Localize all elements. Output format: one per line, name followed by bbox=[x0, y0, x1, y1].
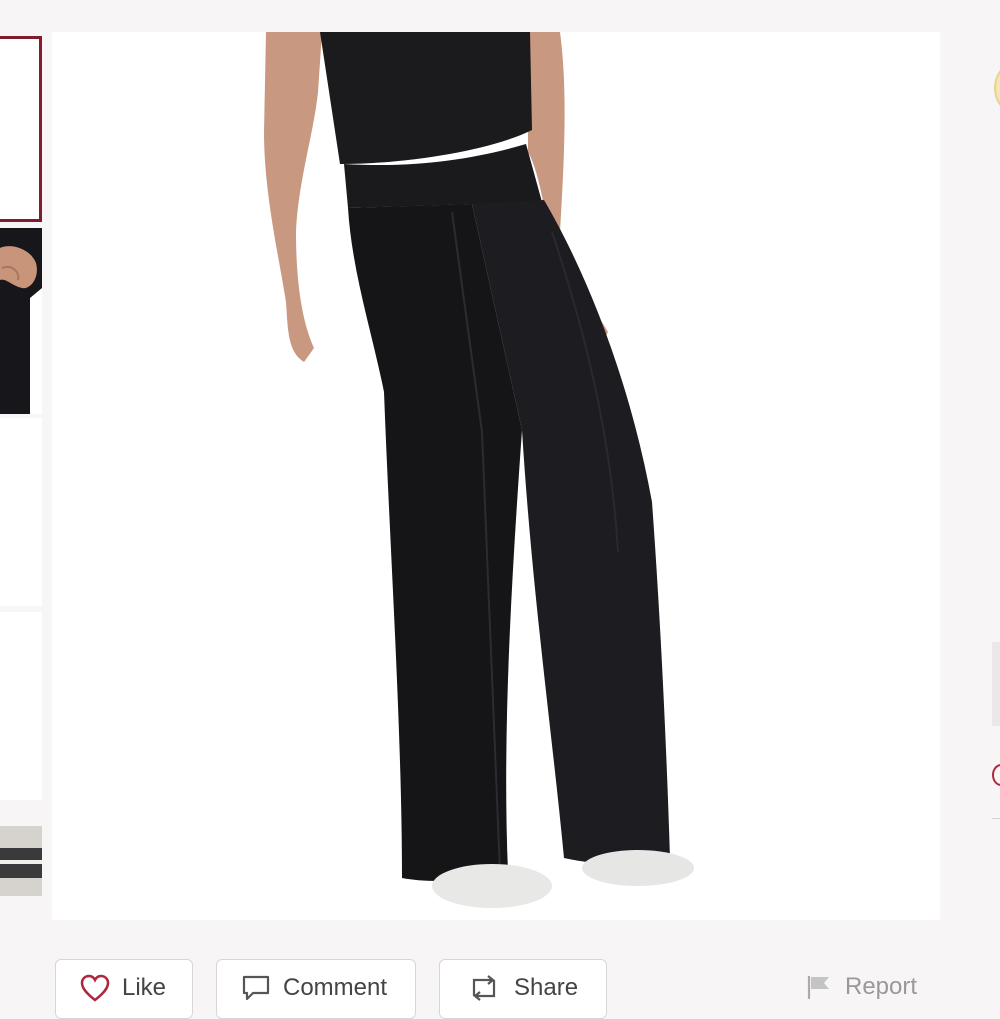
thumbnail-2-image bbox=[0, 228, 42, 414]
thumbnail-3[interactable] bbox=[0, 418, 42, 606]
divider bbox=[992, 818, 1000, 819]
seller-avatar[interactable] bbox=[994, 58, 1000, 118]
action-bar: Like Comment Share Report bbox=[0, 955, 1000, 1019]
thumbnail-4[interactable] bbox=[0, 612, 42, 800]
offer-box-fragment[interactable] bbox=[992, 642, 1000, 726]
like-label: Like bbox=[122, 974, 167, 1001]
product-photo bbox=[52, 32, 940, 920]
share-icon bbox=[466, 974, 502, 1002]
like-heart-fragment-icon[interactable] bbox=[992, 764, 1000, 786]
thumbnail-rail bbox=[0, 0, 44, 1000]
heart-icon bbox=[80, 974, 110, 1002]
comment-label: Comment bbox=[283, 974, 388, 1001]
like-button[interactable]: Like bbox=[55, 959, 193, 1019]
thumbnail-1[interactable] bbox=[0, 36, 42, 222]
listing-details-column bbox=[988, 0, 1000, 1000]
comment-icon bbox=[241, 974, 271, 1002]
product-main-image[interactable] bbox=[52, 32, 940, 920]
share-button[interactable]: Share bbox=[439, 959, 607, 1019]
comment-button[interactable]: Comment bbox=[216, 959, 416, 1019]
share-label: Share bbox=[514, 974, 579, 1001]
thumbnail-5[interactable] bbox=[0, 826, 42, 896]
report-link[interactable]: Report bbox=[805, 973, 917, 1008]
flag-icon bbox=[805, 973, 833, 1008]
thumbnail-2[interactable] bbox=[0, 228, 42, 414]
report-label: Report bbox=[845, 973, 918, 1000]
thumbnail-5-image bbox=[0, 826, 42, 896]
